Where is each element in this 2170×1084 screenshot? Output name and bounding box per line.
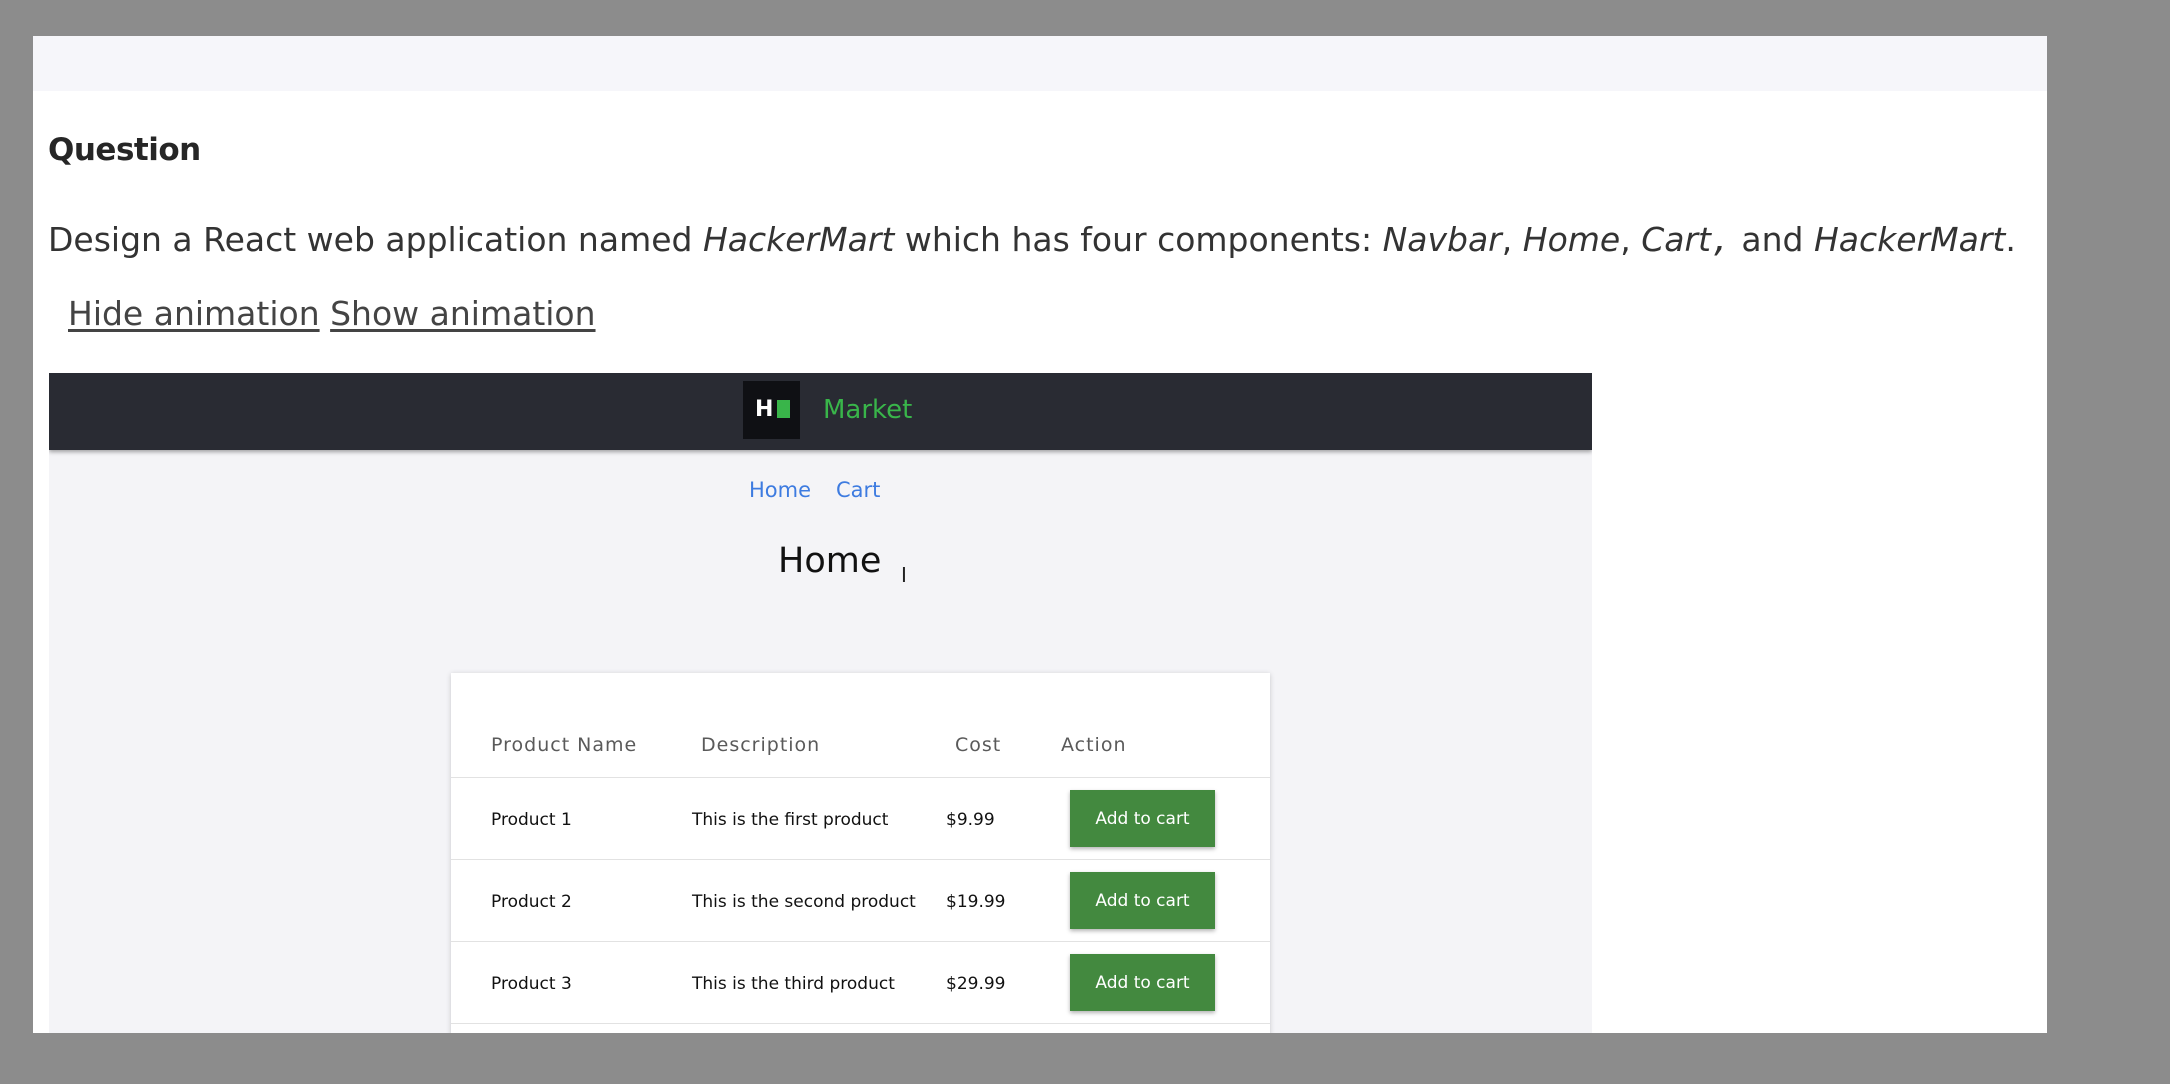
- products-table: Product Name Description Cost Action Pro…: [451, 673, 1270, 1033]
- table-row: Product 1 This is the first product $9.9…: [451, 777, 1270, 860]
- table-row: Product 2 This is the second product $19…: [451, 859, 1270, 942]
- text-cursor-icon: I: [901, 563, 907, 587]
- table-row: Product 3 This is the third product $29.…: [451, 941, 1270, 1024]
- product-cost: $9.99: [946, 810, 995, 830]
- app-navbar: H Market: [49, 373, 1592, 450]
- header-action: Action: [1061, 734, 1127, 756]
- question-text: Design a React web application named Hac…: [48, 220, 2016, 259]
- question-page: Question Design a React web application …: [33, 36, 2047, 1033]
- animation-toggle: Hide animation Show animation: [68, 294, 596, 333]
- product-cost: $19.99: [946, 892, 1006, 912]
- question-middle: which has four components:: [904, 220, 1373, 259]
- brand-name: Market: [823, 395, 913, 425]
- component-hackermart: HackerMart: [1813, 220, 2006, 259]
- hide-animation-link[interactable]: Hide animation: [68, 294, 320, 333]
- product-name: Product 1: [491, 810, 572, 830]
- table-row-empty: [451, 1023, 1270, 1033]
- product-description: This is the third product: [692, 974, 895, 994]
- component-navbar: Navbar: [1382, 220, 1502, 259]
- question-intro: Design a React web application named: [48, 220, 693, 259]
- nav-link-home[interactable]: Home: [749, 478, 811, 502]
- logo-square-icon: [777, 400, 790, 418]
- product-name: Product 3: [491, 974, 572, 994]
- separator: ,: [1711, 220, 1731, 259]
- logo-letter: H: [755, 397, 774, 422]
- product-description: This is the second product: [692, 892, 916, 912]
- nav-link-cart[interactable]: Cart: [836, 478, 880, 502]
- add-to-cart-button[interactable]: Add to cart: [1070, 954, 1215, 1011]
- product-name: Product 2: [491, 892, 572, 912]
- component-cart: Cart: [1641, 220, 1711, 259]
- question-and: and: [1741, 220, 1804, 259]
- separator: ,: [1620, 220, 1631, 259]
- question-heading: Question: [48, 132, 201, 168]
- separator: ,: [1501, 220, 1513, 259]
- show-animation-link[interactable]: Show animation: [330, 294, 595, 333]
- header-cost: Cost: [955, 734, 1002, 756]
- add-to-cart-button[interactable]: Add to cart: [1070, 790, 1215, 847]
- header-description: Description: [701, 734, 821, 756]
- top-strip: [33, 36, 2047, 91]
- question-period: .: [2005, 220, 2016, 259]
- page-title: Home: [778, 541, 882, 581]
- hackerrank-logo: H: [743, 381, 800, 439]
- component-home: Home: [1522, 220, 1621, 259]
- product-cost: $29.99: [946, 974, 1006, 994]
- add-to-cart-button[interactable]: Add to cart: [1070, 872, 1215, 929]
- product-description: This is the first product: [692, 810, 889, 830]
- question-app-name: HackerMart: [702, 220, 895, 259]
- header-product-name: Product Name: [491, 734, 638, 756]
